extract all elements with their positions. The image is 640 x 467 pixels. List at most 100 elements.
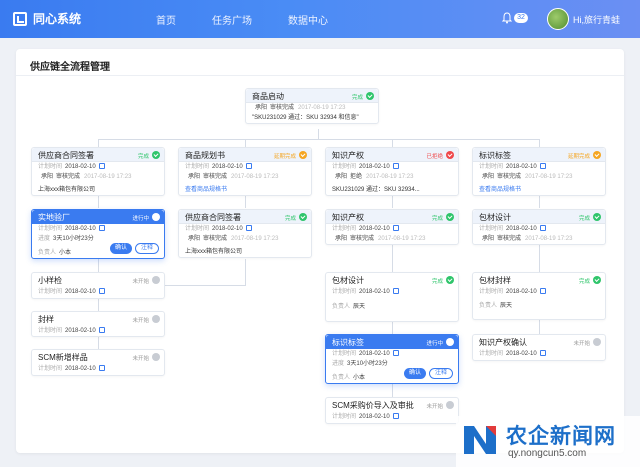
plan-time-label: 计划时间: [332, 351, 357, 357]
view-spec-link[interactable]: 查看商品规格书: [473, 182, 605, 195]
reviewer: 承阳: [188, 174, 201, 180]
card-title: 小样检: [38, 276, 62, 285]
timestamp: 2017-08-19 17:23: [525, 174, 573, 180]
edit-icon[interactable]: [392, 163, 399, 170]
reviewer: 承阳: [335, 236, 348, 242]
task-card-ip-done[interactable]: 知识产权 完成 计划时间 2018-02-10 承阳 审核完成 2017-08-19 1…: [325, 209, 459, 245]
owner-label: 负责人: [332, 375, 351, 381]
task-card-ip-confirm[interactable]: 知识产权确认 未开始 计划时间 2018-02-10: [472, 334, 606, 361]
task-card-ip-rejected[interactable]: 知识产权 已拒绝 计划时间 2018-02-10 承阳 拒绝 2017-08-19 17…: [325, 147, 459, 196]
card-title: 实地验厂: [38, 213, 70, 222]
card-title: 包材封样: [479, 276, 511, 285]
connector: [245, 194, 246, 208]
user-greeting[interactable]: Hi,旅行青蛙: [573, 13, 620, 26]
task-card-product-plan[interactable]: 商品规划书 延期完成 计划时间 2018-02-10 承阳 审核完成 2017-08-1…: [178, 147, 312, 196]
task-card-supplier-contract[interactable]: 供应商合同签署 完成 计划时间 2018-02-10 承阳 审核完成 2017-08-1…: [31, 147, 165, 196]
alert-icon: [446, 151, 454, 159]
task-card-product-launch[interactable]: 商品启动 完成 承阳 审核完成 2017-08-19 17:23 "SKU231029…: [245, 88, 379, 124]
task-card-packaging-seal[interactable]: 包材封样 完成 计划时间 2018-02-10 负责人 辰天: [472, 272, 606, 320]
watermark-logo-icon: [464, 426, 496, 454]
check-icon: [593, 276, 601, 284]
check-icon: [299, 213, 307, 221]
status-badge: 完成: [351, 95, 363, 101]
edit-icon[interactable]: [98, 163, 105, 170]
task-card-factory-inspection[interactable]: 实地验厂 进行中 计划时间 2018-02-10 进度 3天10小时23分 负责人 小本…: [31, 209, 165, 259]
plan-time-label: 计划时间: [38, 366, 63, 372]
task-card-seal-sample[interactable]: 封样 未开始 计划时间 2018-02-10: [31, 311, 165, 337]
card-title: 标识标签: [332, 338, 364, 347]
edit-icon[interactable]: [98, 327, 105, 334]
plan-date: 2018-02-10: [212, 226, 243, 232]
connector: [539, 139, 540, 147]
connector: [318, 129, 319, 139]
brand[interactable]: 同心系统: [13, 10, 81, 27]
reviewer: 承阳: [482, 174, 495, 180]
title-divider: [16, 75, 624, 76]
edit-icon[interactable]: [392, 350, 399, 357]
plan-date: 2018-02-10: [212, 164, 243, 170]
view-spec-link[interactable]: 查看商品规格书: [179, 182, 311, 195]
comment-button[interactable]: 注释: [428, 368, 453, 379]
card-title: 封样: [38, 315, 54, 324]
card-title: 知识产权确认: [479, 338, 527, 347]
plan-date: 2018-02-10: [359, 351, 390, 357]
nav-task-square[interactable]: 任务广场: [212, 12, 252, 27]
edit-icon[interactable]: [245, 163, 252, 170]
status-badge: 未开始: [132, 318, 149, 324]
review-result: 审核完成: [497, 236, 522, 242]
task-card-label-tag[interactable]: 标识标签 进行中 计划时间 2018-02-10 进度 3天10小时23分 负责人 小本…: [325, 334, 459, 384]
nav-data-center[interactable]: 数据中心: [288, 12, 328, 27]
edit-icon[interactable]: [539, 163, 546, 170]
status-badge: 未开始: [132, 279, 149, 285]
nav-home[interactable]: 首页: [156, 12, 176, 27]
status-badge: 未开始: [132, 356, 149, 362]
connector: [98, 194, 99, 208]
owner-name: 辰天: [500, 303, 513, 309]
card-note: SKU231029 通过：SKU 32934...: [332, 187, 420, 193]
connector: [98, 139, 539, 140]
edit-icon[interactable]: [539, 225, 546, 232]
connector: [98, 259, 99, 272]
connector: [98, 139, 99, 147]
task-card-sample-check[interactable]: 小样检 未开始 计划时间 2018-02-10: [31, 272, 165, 299]
confirm-button[interactable]: 确认: [403, 368, 426, 379]
plan-date: 2018-02-10: [506, 351, 537, 357]
watermark-url: qy.nongcun5.com: [508, 448, 587, 459]
comment-button[interactable]: 注释: [134, 243, 159, 254]
task-card-packaging-design-2[interactable]: 包材设计 完成 计划时间 2018-02-10 承阳 审核完成 2017-08-19 1…: [472, 209, 606, 245]
status-badge: 完成: [137, 154, 149, 160]
edit-icon[interactable]: [539, 350, 546, 357]
plan-date: 2018-02-10: [506, 164, 537, 170]
connector: [539, 194, 540, 208]
task-card-label-tag-delayed[interactable]: 标识标签 延期完成 计划时间 2018-02-10 承阳 审核完成 2017-08-19…: [472, 147, 606, 196]
pending-icon: [593, 338, 601, 346]
confirm-button[interactable]: 确认: [109, 243, 132, 254]
connector: [539, 245, 540, 272]
plan-time-label: 计划时间: [332, 226, 357, 232]
avatar[interactable]: [547, 8, 569, 30]
bell-icon[interactable]: [502, 12, 512, 24]
pending-icon: [446, 401, 454, 409]
status-badge: 完成: [431, 279, 443, 285]
task-card-packaging-design[interactable]: 包材设计 完成 计划时间 2018-02-10 负责人 辰天: [325, 272, 459, 322]
edit-icon[interactable]: [245, 225, 252, 232]
edit-icon[interactable]: [98, 225, 105, 232]
task-card-scm-pricing[interactable]: SCM采购价导入及审批 未开始 计划时间 2018-02-10: [325, 397, 459, 424]
edit-icon[interactable]: [392, 413, 399, 420]
status-badge: 进行中: [132, 216, 149, 222]
edit-icon[interactable]: [98, 365, 105, 372]
check-icon: [366, 92, 374, 100]
edit-icon[interactable]: [392, 225, 399, 232]
edit-icon[interactable]: [539, 288, 546, 295]
plan-time-label: 计划时间: [185, 226, 210, 232]
task-card-scm-new-sample[interactable]: SCM新增样品 未开始 计划时间 2018-02-10: [31, 349, 165, 376]
edit-icon[interactable]: [392, 288, 399, 295]
watermark: 农企新闻网 qy.nongcun5.com: [456, 416, 640, 467]
connector: [392, 139, 393, 147]
review-result: 拒绝: [350, 174, 363, 180]
task-card-supplier-contract-2[interactable]: 供应商合同签署 完成 计划时间 2018-02-10 承阳 审核完成 2017-08-1…: [178, 209, 312, 258]
review-result: 审核完成: [497, 174, 522, 180]
edit-icon[interactable]: [98, 288, 105, 295]
status-badge: 未开始: [573, 341, 590, 347]
plan-date: 2018-02-10: [506, 289, 537, 295]
